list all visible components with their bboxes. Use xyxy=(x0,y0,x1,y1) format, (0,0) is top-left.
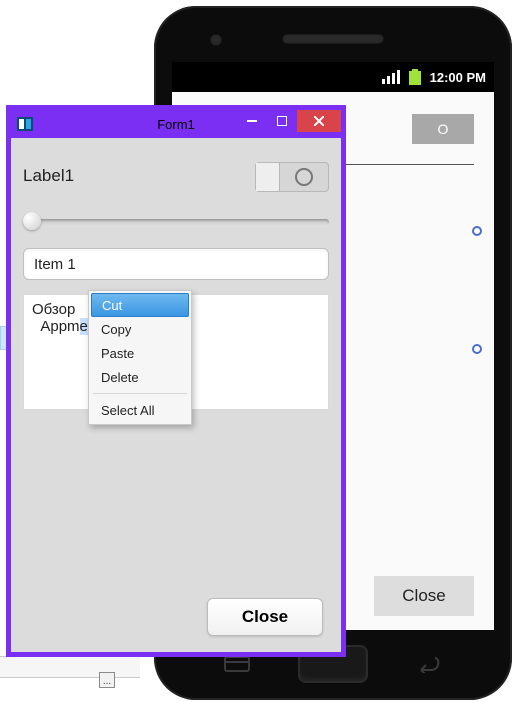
ctx-item-delete[interactable]: Delete xyxy=(91,365,189,389)
combo-box[interactable]: Item 1 xyxy=(23,248,329,280)
form-close-button[interactable]: Close xyxy=(207,598,323,636)
phone-close-button[interactable]: Close xyxy=(374,576,474,616)
phone-camera-icon xyxy=(210,34,222,46)
ctx-item-paste[interactable]: Paste xyxy=(91,341,189,365)
ctx-item-cut[interactable]: Cut xyxy=(91,293,189,317)
phone-statusbar: 12:00 PM xyxy=(172,62,494,92)
switch-knob xyxy=(256,163,280,191)
slider-track xyxy=(23,219,329,225)
status-time: 12:00 PM xyxy=(430,70,486,85)
selection-handle-icon[interactable] xyxy=(472,344,482,354)
switch-off-indicator-icon xyxy=(280,163,328,191)
phone-toggle-switch[interactable]: O xyxy=(412,114,474,144)
ctx-item-copy[interactable]: Copy xyxy=(91,317,189,341)
signal-icon xyxy=(382,70,400,84)
battery-icon xyxy=(408,69,422,85)
app-icon xyxy=(17,117,33,131)
maximize-button[interactable] xyxy=(267,110,297,132)
phone-top-bezel xyxy=(154,6,512,62)
selection-handle-icon[interactable] xyxy=(472,226,482,236)
label1-text: Label1 xyxy=(23,166,74,186)
phone-speaker-icon xyxy=(282,34,384,44)
window-titlebar[interactable]: Form1 xyxy=(11,110,341,138)
ctx-separator xyxy=(93,393,187,394)
toggle-switch[interactable] xyxy=(255,162,329,192)
slider-control[interactable] xyxy=(23,212,329,230)
close-window-button[interactable] xyxy=(297,110,341,132)
minimize-button[interactable] xyxy=(237,110,267,132)
combo-value: Item 1 xyxy=(34,256,76,273)
ellipsis-button[interactable]: ... xyxy=(99,672,115,688)
slider-thumb[interactable] xyxy=(23,212,41,230)
ctx-item-select-all[interactable]: Select All xyxy=(91,398,189,422)
back-softkey-icon[interactable] xyxy=(406,649,452,679)
context-menu: Cut Copy Paste Delete Select All xyxy=(88,290,192,425)
background-panel-fragment xyxy=(0,656,140,678)
